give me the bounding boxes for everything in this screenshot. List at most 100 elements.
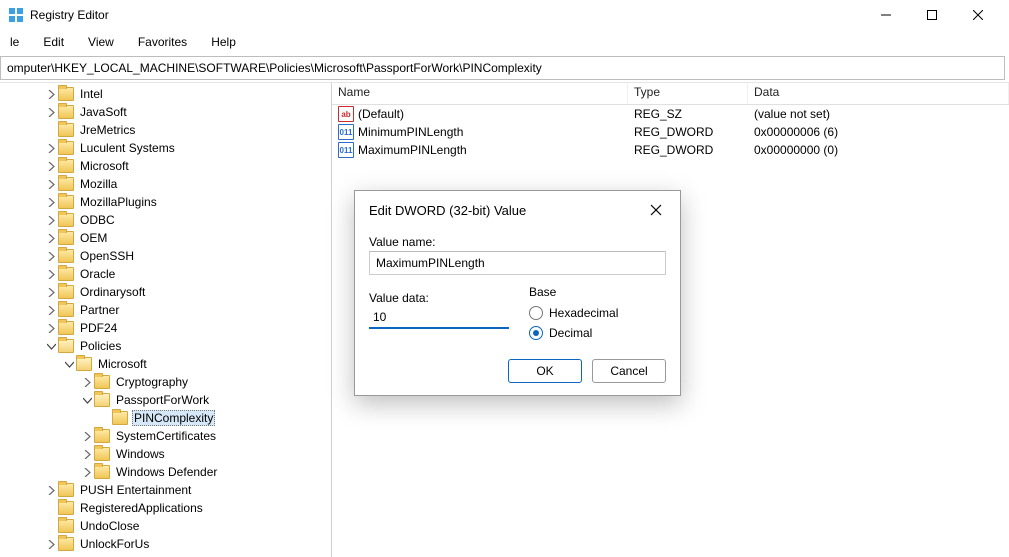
dialog-close-button[interactable] (646, 200, 666, 220)
tree-item[interactable]: JreMetrics (0, 121, 331, 139)
tree-item[interactable]: Mozilla (0, 175, 331, 193)
tree-item-label: Microsoft (96, 357, 149, 371)
value-data-input[interactable] (369, 307, 509, 329)
folder-icon (58, 105, 74, 119)
menu-file[interactable]: le (4, 33, 25, 51)
tree-item-label: PINComplexity (132, 410, 215, 426)
value-row[interactable]: 011MaximumPINLengthREG_DWORD0x00000000 (… (332, 141, 1009, 159)
value-row[interactable]: 011MinimumPINLengthREG_DWORD0x00000006 (… (332, 123, 1009, 141)
tree-item[interactable]: Intel (0, 85, 331, 103)
radio-decimal[interactable]: Decimal (529, 323, 618, 343)
menu-edit[interactable]: Edit (37, 33, 70, 51)
chevron-right-icon[interactable] (80, 450, 94, 459)
cancel-button[interactable]: Cancel (592, 359, 666, 383)
tree-item-label: PUSH Entertainment (78, 483, 193, 497)
tree-item-label: UndoClose (78, 519, 141, 533)
chevron-down-icon[interactable] (62, 360, 76, 369)
chevron-right-icon[interactable] (44, 486, 58, 495)
folder-icon (58, 537, 74, 551)
tree-item[interactable]: PUSH Entertainment (0, 481, 331, 499)
chevron-right-icon[interactable] (44, 540, 58, 549)
chevron-right-icon[interactable] (44, 216, 58, 225)
chevron-right-icon[interactable] (44, 252, 58, 261)
tree-item-label: UnlockForUs (78, 537, 151, 551)
address-bar[interactable]: omputer\HKEY_LOCAL_MACHINE\SOFTWARE\Poli… (0, 56, 1005, 80)
chevron-right-icon[interactable] (44, 288, 58, 297)
chevron-right-icon[interactable] (44, 162, 58, 171)
value-row[interactable]: ab(Default)REG_SZ(value not set) (332, 105, 1009, 123)
folder-icon (58, 249, 74, 263)
dialog-title: Edit DWORD (32-bit) Value (369, 203, 526, 218)
tree-item-label: Policies (78, 339, 123, 353)
tree-item[interactable]: PassportForWork (0, 391, 331, 409)
folder-icon (58, 159, 74, 173)
col-header-name[interactable]: Name (332, 83, 628, 104)
chevron-right-icon[interactable] (44, 234, 58, 243)
folder-icon (94, 447, 110, 461)
folder-icon (58, 141, 74, 155)
dword-value-icon: 011 (338, 124, 354, 140)
tree-item[interactable]: Windows (0, 445, 331, 463)
chevron-down-icon[interactable] (44, 342, 58, 351)
value-type: REG_DWORD (628, 143, 748, 157)
chevron-right-icon[interactable] (44, 180, 58, 189)
tree-item[interactable]: RegisteredApplications (0, 499, 331, 517)
chevron-right-icon[interactable] (44, 324, 58, 333)
col-header-type[interactable]: Type (628, 83, 748, 104)
chevron-down-icon[interactable] (80, 396, 94, 405)
close-button[interactable] (955, 0, 1001, 30)
value-data: 0x00000006 (6) (748, 125, 1009, 139)
folder-icon (112, 411, 128, 425)
menu-help[interactable]: Help (205, 33, 242, 51)
tree-item[interactable]: Cryptography (0, 373, 331, 391)
tree-item[interactable]: SystemCertificates (0, 427, 331, 445)
tree-item[interactable]: Windows Defender (0, 463, 331, 481)
tree-item[interactable]: PINComplexity (0, 409, 331, 427)
tree-item[interactable]: Microsoft (0, 355, 331, 373)
tree-item[interactable]: UndoClose (0, 517, 331, 535)
tree-item[interactable]: OpenSSH (0, 247, 331, 265)
tree-item[interactable]: ODBC (0, 211, 331, 229)
folder-icon (58, 285, 74, 299)
ok-button[interactable]: OK (508, 359, 582, 383)
tree-item[interactable]: Microsoft (0, 157, 331, 175)
tree-item[interactable]: Ordinarysoft (0, 283, 331, 301)
tree-pane[interactable]: IntelJavaSoftJreMetricsLuculent SystemsM… (0, 83, 332, 557)
tree-item[interactable]: Policies (0, 337, 331, 355)
chevron-right-icon[interactable] (80, 468, 94, 477)
chevron-right-icon[interactable] (44, 198, 58, 207)
radio-hex-label: Hexadecimal (549, 306, 618, 320)
window-title: Registry Editor (30, 8, 109, 22)
chevron-right-icon[interactable] (80, 378, 94, 387)
chevron-right-icon[interactable] (44, 144, 58, 153)
menu-view[interactable]: View (82, 33, 120, 51)
tree-item-label: MozillaPlugins (78, 195, 159, 209)
value-name: MinimumPINLength (358, 125, 463, 139)
folder-icon (58, 483, 74, 497)
tree-item-label: Mozilla (78, 177, 119, 191)
maximize-button[interactable] (909, 0, 955, 30)
tree-item[interactable]: PDF24 (0, 319, 331, 337)
chevron-right-icon[interactable] (44, 90, 58, 99)
tree-item[interactable]: JavaSoft (0, 103, 331, 121)
tree-item-label: Windows Defender (114, 465, 219, 479)
tree-item[interactable]: OEM (0, 229, 331, 247)
tree-item-label: Windows (114, 447, 167, 461)
tree-item[interactable]: UnlockForUs (0, 535, 331, 553)
title-bar: Registry Editor (0, 0, 1009, 30)
folder-icon (76, 357, 92, 371)
menu-favorites[interactable]: Favorites (132, 33, 193, 51)
tree-item[interactable]: Oracle (0, 265, 331, 283)
chevron-right-icon[interactable] (80, 432, 94, 441)
col-header-data[interactable]: Data (748, 83, 1009, 104)
chevron-right-icon[interactable] (44, 108, 58, 117)
folder-icon (58, 303, 74, 317)
chevron-right-icon[interactable] (44, 270, 58, 279)
radio-hexadecimal[interactable]: Hexadecimal (529, 303, 618, 323)
minimize-button[interactable] (863, 0, 909, 30)
chevron-right-icon[interactable] (44, 306, 58, 315)
tree-item-label: Intel (78, 87, 105, 101)
tree-item[interactable]: Luculent Systems (0, 139, 331, 157)
tree-item[interactable]: Partner (0, 301, 331, 319)
tree-item[interactable]: MozillaPlugins (0, 193, 331, 211)
